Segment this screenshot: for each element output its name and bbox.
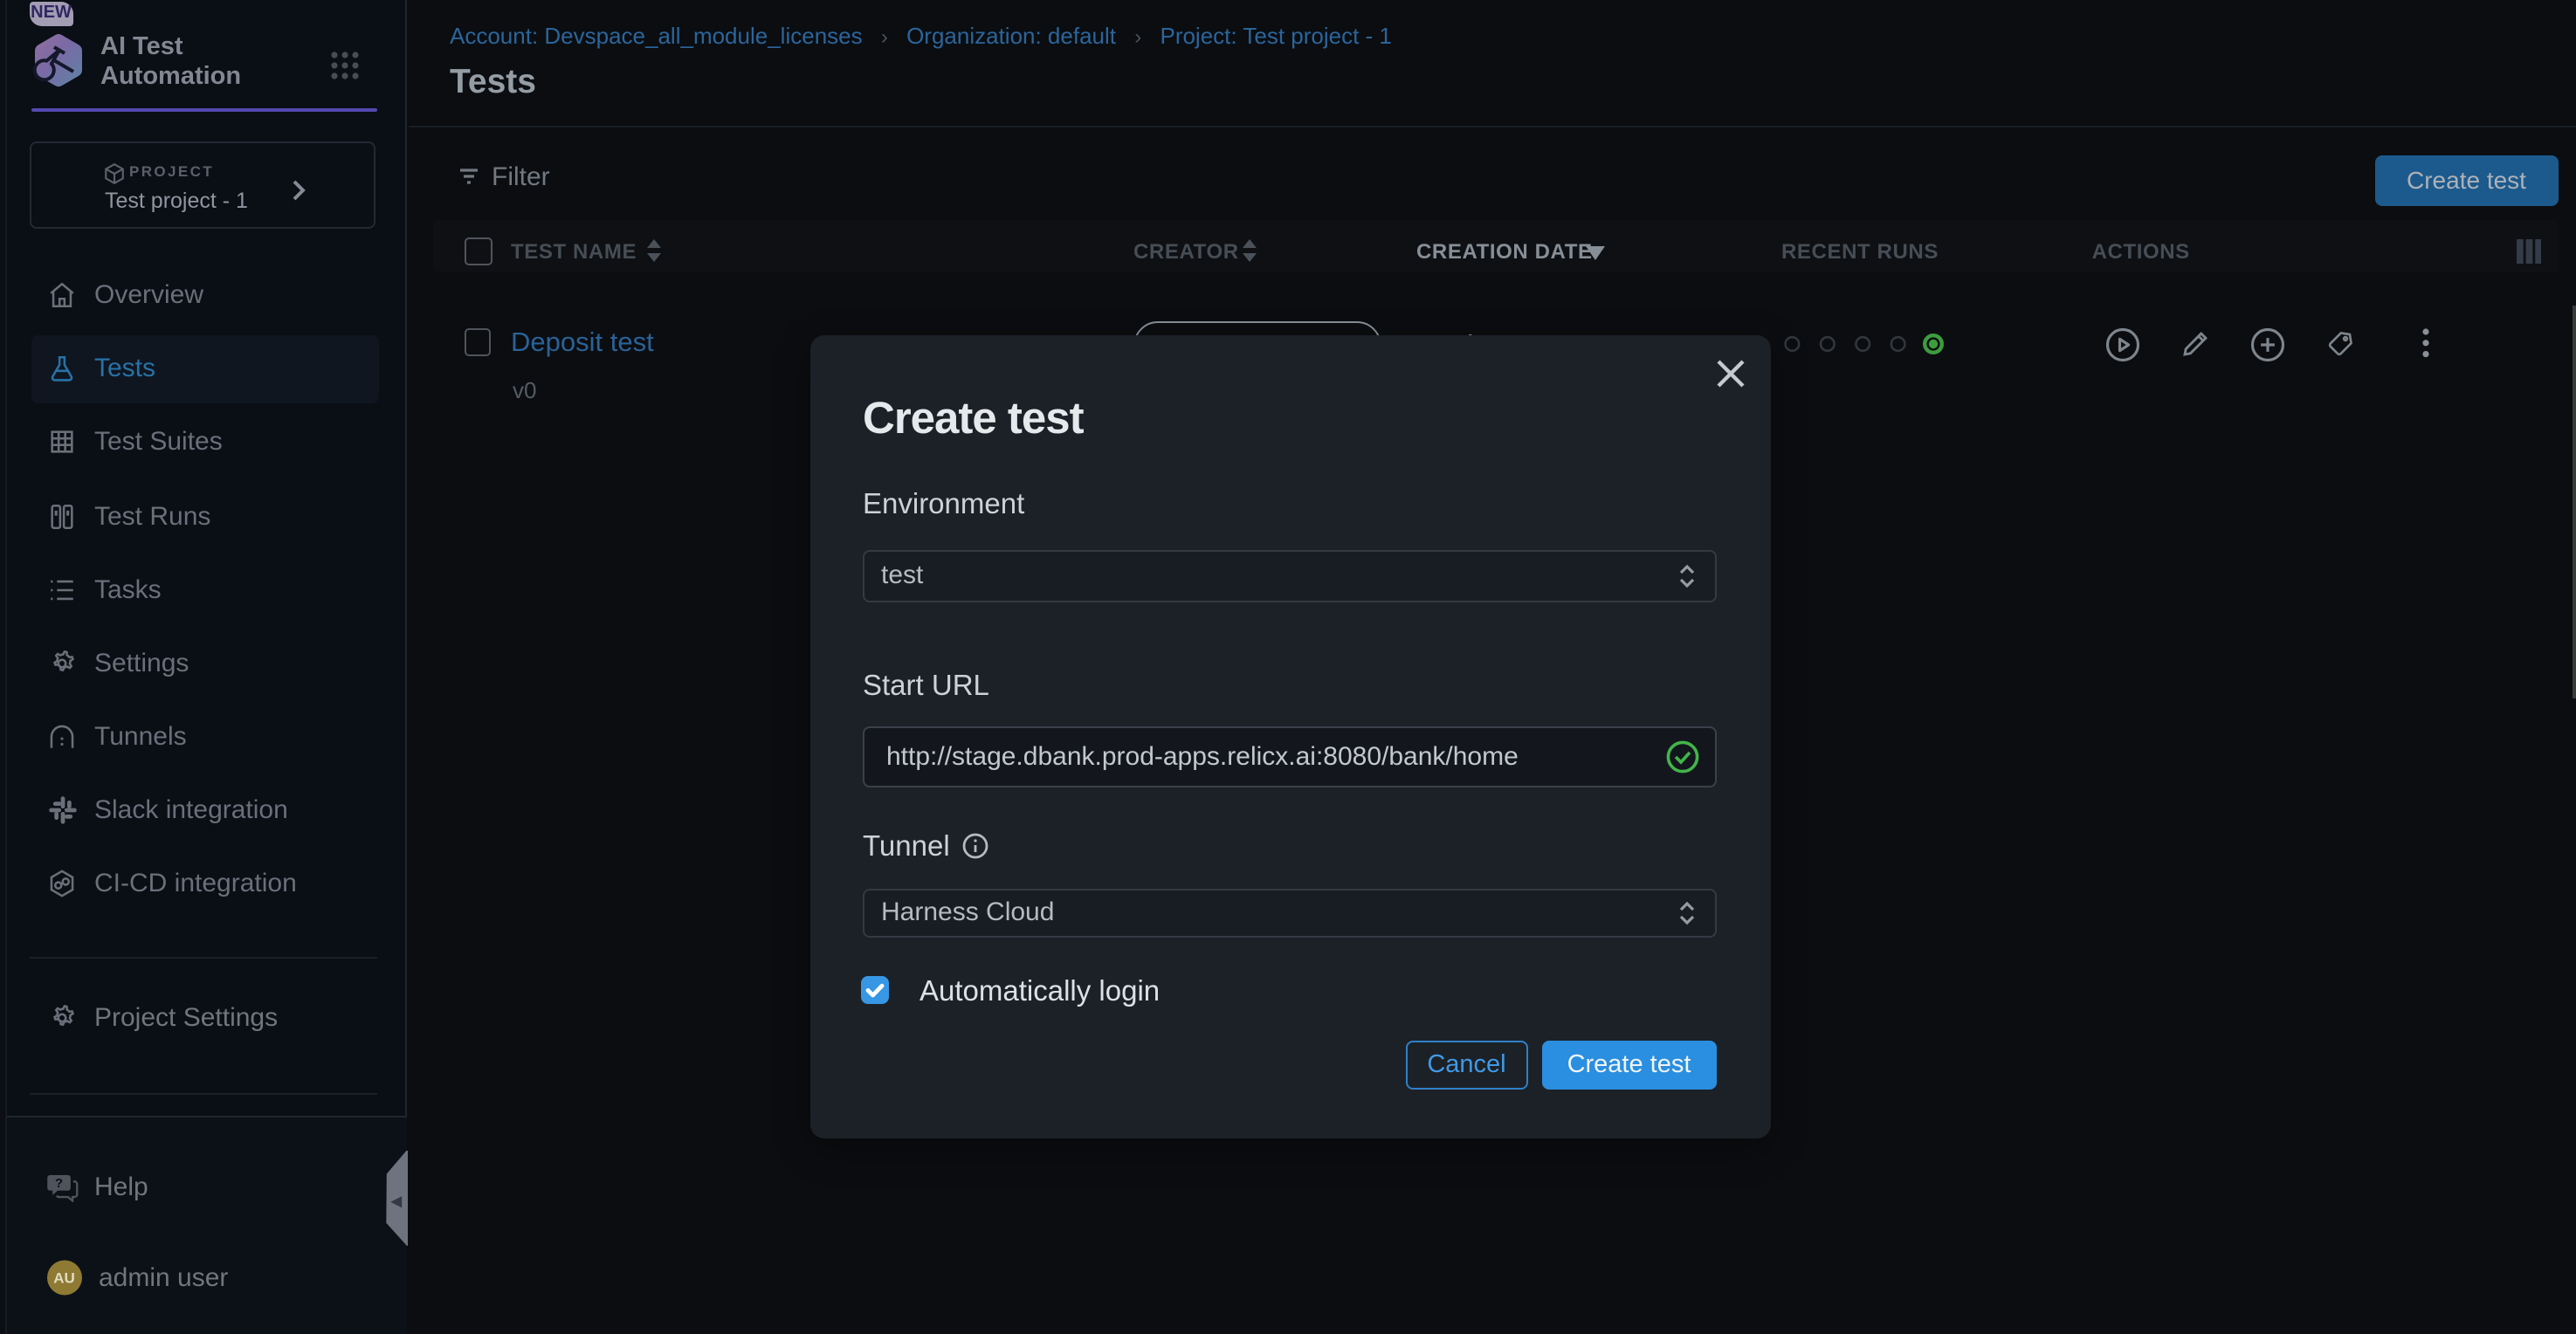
svg-text:?: ? — [54, 1177, 62, 1191]
